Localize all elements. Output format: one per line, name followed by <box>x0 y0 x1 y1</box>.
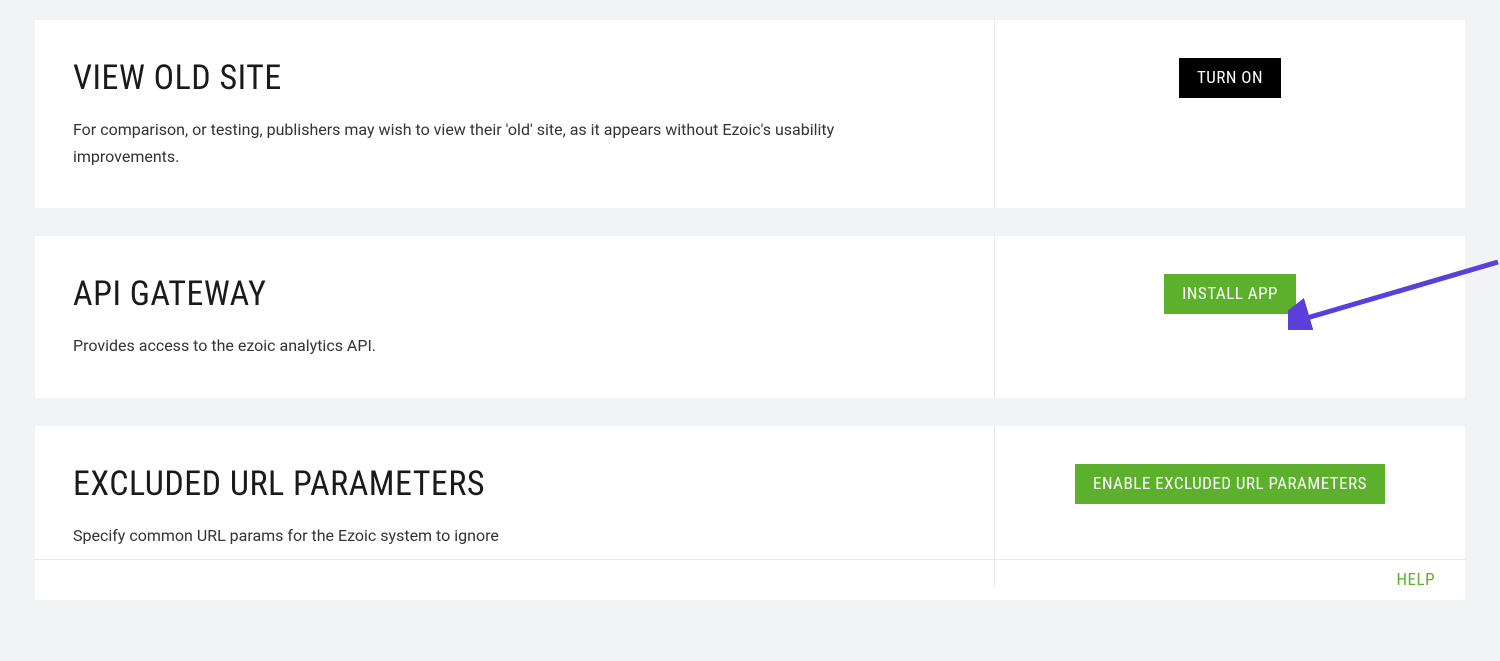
card-content: EXCLUDED URL PARAMETERS Specify common U… <box>35 426 995 587</box>
card-description: For comparison, or testing, publishers m… <box>73 116 853 170</box>
enable-excluded-url-parameters-button[interactable]: ENABLE EXCLUDED URL PARAMETERS <box>1075 464 1385 504</box>
settings-card-excluded-url-parameters: EXCLUDED URL PARAMETERS Specify common U… <box>35 426 1465 587</box>
help-link[interactable]: HELP <box>1397 570 1436 590</box>
settings-card-api-gateway: API GATEWAY Provides access to the ezoic… <box>35 236 1465 397</box>
card-title: EXCLUDED URL PARAMETERS <box>73 464 956 504</box>
settings-card-view-old-site: VIEW OLD SITE For comparison, or testing… <box>35 20 1465 208</box>
card-description: Specify common URL params for the Ezoic … <box>73 522 853 549</box>
install-app-button[interactable]: INSTALL APP <box>1164 274 1296 314</box>
card-title: API GATEWAY <box>73 274 956 314</box>
turn-on-button[interactable]: TURN ON <box>1179 58 1281 98</box>
card-action-area: INSTALL APP <box>995 236 1465 397</box>
card-action-area: ENABLE EXCLUDED URL PARAMETERS <box>995 426 1465 587</box>
card-title: VIEW OLD SITE <box>73 58 956 98</box>
card-action-area: TURN ON <box>995 20 1465 208</box>
card-content: VIEW OLD SITE For comparison, or testing… <box>35 20 995 208</box>
card-description: Provides access to the ezoic analytics A… <box>73 332 853 359</box>
card-content: API GATEWAY Provides access to the ezoic… <box>35 236 995 397</box>
